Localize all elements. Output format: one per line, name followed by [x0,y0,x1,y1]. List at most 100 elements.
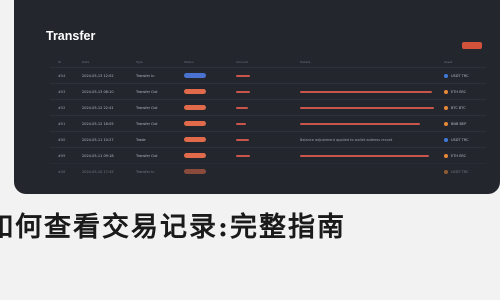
row-asset: BNB BEP [444,116,486,131]
row-amount [236,116,276,131]
row-date: 2024-05-11 10:27 [82,137,114,142]
coin-icon [444,89,448,94]
row-status [184,100,210,115]
row-status [184,148,210,163]
coin-icon [444,169,448,174]
amount-bar [236,154,251,157]
row-type: Transfer Out [136,89,158,94]
status-badge [184,121,206,126]
row-asset: ETH ERC [444,148,486,163]
coin-icon [444,105,448,110]
action-button[interactable] [462,42,482,49]
details-bar [300,154,429,157]
row-id: #03 [58,89,66,94]
row-amount [236,132,276,147]
amount-bar [236,122,247,125]
status-badge [184,169,206,174]
details-bar [300,106,435,109]
details-text: Balance adjustment applied to wallet add… [300,137,393,142]
asset-label: ETH ERC [451,89,467,94]
row-details [300,148,440,163]
row-id: #04 [58,73,66,78]
coin-icon [444,137,448,142]
header-details[interactable]: Details [300,56,440,67]
row-amount [236,148,276,163]
row-asset: USDT TRC [444,68,486,83]
row-amount [236,100,276,115]
row-type: Transfer Out [136,105,158,110]
asset-label: BNB BEP [451,121,467,126]
row-status [184,84,210,99]
row-date: 2024-05-12 22:41 [82,105,114,110]
row-details [300,116,440,131]
row-amount [236,84,276,99]
table-row[interactable]: #08 2024-05-10 17:45 Transfer In USDT TRC [50,163,486,179]
row-date: 2024-05-12 18:05 [82,121,114,126]
amount-bar [236,90,250,93]
header-id[interactable]: ID [58,56,74,67]
header-amount[interactable]: Amount [236,56,276,67]
status-badge [184,73,206,78]
table-row[interactable]: #00 2024-05-11 10:27 Trade Balance adjustme… [50,131,486,147]
row-date: 2024-05-13 12:02 [82,73,114,78]
row-status [184,116,210,131]
row-asset: ETH ERC [444,84,486,99]
amount-bar [236,106,248,109]
row-amount [236,164,276,179]
header-status[interactable]: Status [184,56,210,67]
coin-icon [444,153,448,158]
row-id: #02 [58,105,66,110]
header-type[interactable]: Type [136,56,180,67]
row-id: #00 [58,137,66,142]
row-type: Transfer Out [136,121,158,126]
row-type: Trade [136,137,146,142]
row-details [300,84,440,99]
row-type: Transfer In [136,73,155,78]
table-row[interactable]: #03 2024-05-13 08:10 Transfer Out ETH ERC [50,83,486,99]
amount-bar [236,138,249,141]
asset-label: USDT TRC [451,137,469,142]
row-date: 2024-05-13 08:10 [82,89,114,94]
status-badge [184,137,206,142]
row-type: Transfer In [136,169,155,174]
page-caption: 如何查看交易记录:完整指南 [0,212,346,241]
table-row[interactable]: #04 2024-05-13 12:02 Transfer In USDT TRC [50,67,486,83]
asset-label: BTC BTC [451,105,466,110]
table-row[interactable]: #09 2024-05-11 09:18 Transfer Out ETH ERC [50,147,486,163]
amount-bar [236,74,250,77]
status-badge [184,153,206,158]
asset-label: USDT TRC [451,169,469,174]
row-date: 2024-05-11 09:18 [82,153,114,158]
window-title: Transfer [46,29,96,43]
transaction-table: ID Date Type Status Amount Details Asset… [50,56,486,179]
table-row[interactable]: #02 2024-05-12 22:41 Transfer Out BTC BTC [50,99,486,115]
row-details [300,68,440,83]
row-asset: USDT TRC [444,164,486,179]
row-type: Transfer Out [136,153,158,158]
row-amount [236,68,276,83]
row-id: #09 [58,153,66,158]
row-id: #01 [58,121,66,126]
header-asset[interactable]: Asset [444,56,486,67]
row-status [184,68,210,83]
status-badge [184,105,206,110]
table-header: ID Date Type Status Amount Details Asset [50,56,486,67]
row-status [184,132,210,147]
coin-icon [444,121,448,126]
row-id: #08 [58,169,66,174]
details-bar [300,90,432,93]
coin-icon [444,73,448,78]
status-badge [184,89,206,94]
asset-label: USDT TRC [451,73,469,78]
row-asset: USDT TRC [444,132,486,147]
row-status [184,164,210,179]
details-bar [300,122,421,125]
header-date[interactable]: Date [82,56,128,67]
table-row[interactable]: #01 2024-05-12 18:05 Transfer Out BNB BEP [50,115,486,131]
row-details [300,164,440,179]
row-asset: BTC BTC [444,100,486,115]
transfer-window: Transfer ID Date Type Status Amount Deta… [14,0,500,194]
asset-label: ETH ERC [451,153,467,158]
row-details: Balance adjustment applied to wallet add… [300,132,440,147]
row-details [300,100,440,115]
